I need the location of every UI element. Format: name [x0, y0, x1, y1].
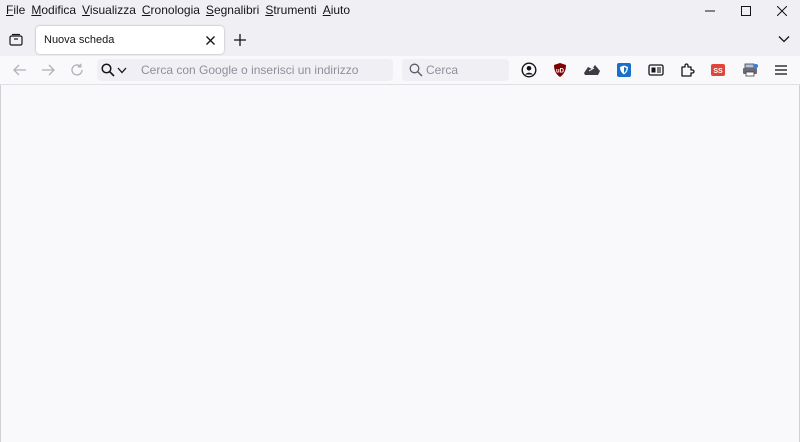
- minimize-button[interactable]: [692, 0, 728, 22]
- search-icon: [409, 63, 423, 77]
- arrow-left-icon: [13, 64, 26, 76]
- forward-button[interactable]: [38, 60, 58, 80]
- menu-visualizza[interactable]: Visualizza: [81, 3, 141, 17]
- tab-bar: Nuova scheda: [0, 22, 800, 56]
- back-button[interactable]: [10, 60, 30, 80]
- menu-segnalibri[interactable]: Segnalibri: [205, 3, 264, 17]
- hamburger-menu-icon: [775, 65, 787, 75]
- menu-file[interactable]: File: [5, 3, 30, 17]
- url-input[interactable]: [141, 59, 387, 81]
- search-icon: [101, 63, 115, 77]
- puzzle-extensions-icon: [681, 63, 695, 77]
- firefox-view-button[interactable]: [4, 28, 28, 52]
- url-bar: [97, 59, 393, 81]
- extensions-button[interactable]: [677, 60, 697, 80]
- minimize-icon: [705, 10, 715, 12]
- reader-card-button[interactable]: [646, 60, 666, 80]
- sneaker-extension-icon: [584, 65, 600, 75]
- sneaker-extension-button[interactable]: [582, 60, 602, 80]
- reload-icon: [71, 63, 83, 76]
- plus-icon: [234, 34, 246, 46]
- new-tab-button[interactable]: [230, 30, 250, 50]
- close-window-button[interactable]: [764, 0, 800, 22]
- printer-extension-button[interactable]: [740, 60, 760, 80]
- navigation-toolbar: uD SS: [0, 56, 800, 85]
- window-controls: [692, 0, 800, 22]
- account-icon: [521, 62, 537, 78]
- window-border-left: [0, 85, 1, 442]
- search-engine-button[interactable]: [101, 61, 137, 79]
- reload-button[interactable]: [67, 60, 87, 80]
- ublock-origin-button[interactable]: uD: [550, 60, 570, 80]
- page-content-area[interactable]: [0, 85, 800, 442]
- arrow-right-icon: [42, 64, 55, 76]
- list-all-tabs-button[interactable]: [776, 31, 792, 47]
- tab-nuova-scheda[interactable]: Nuova scheda: [36, 26, 224, 54]
- search-input[interactable]: [426, 59, 506, 81]
- menu-items: File Modifica Visualizza Cronologia Segn…: [5, 3, 355, 17]
- chevron-down-icon: [117, 67, 127, 73]
- tab-title: Nuova scheda: [44, 34, 115, 46]
- ss-extension-icon: SS: [711, 64, 725, 76]
- close-icon: [777, 6, 787, 16]
- open-menu-button[interactable]: [771, 60, 791, 80]
- menu-aiuto[interactable]: Aiuto: [322, 3, 355, 17]
- close-icon: [205, 35, 215, 45]
- svg-text:uD: uD: [556, 69, 565, 75]
- ublock-origin-icon: uD: [554, 63, 566, 77]
- account-button[interactable]: [519, 60, 539, 80]
- firefox-view-icon: [9, 33, 23, 46]
- menu-cronologia[interactable]: Cronologia: [141, 3, 205, 17]
- chevron-down-icon: [778, 36, 790, 43]
- printer-extension-icon: [743, 63, 758, 77]
- menu-bar: File Modifica Visualizza Cronologia Segn…: [0, 0, 800, 22]
- svg-text:SS: SS: [713, 68, 723, 75]
- menu-strumenti[interactable]: Strumenti: [264, 3, 321, 17]
- search-bar: [402, 59, 509, 81]
- maximize-icon: [741, 6, 751, 16]
- ss-extension-button[interactable]: SS: [708, 60, 728, 80]
- shield-extension-icon: [617, 63, 631, 77]
- shield-extension-button[interactable]: [614, 60, 634, 80]
- reader-card-icon: [648, 64, 664, 76]
- maximize-button[interactable]: [728, 0, 764, 22]
- menu-modifica[interactable]: Modifica: [30, 3, 81, 17]
- tab-close-button[interactable]: [202, 32, 218, 48]
